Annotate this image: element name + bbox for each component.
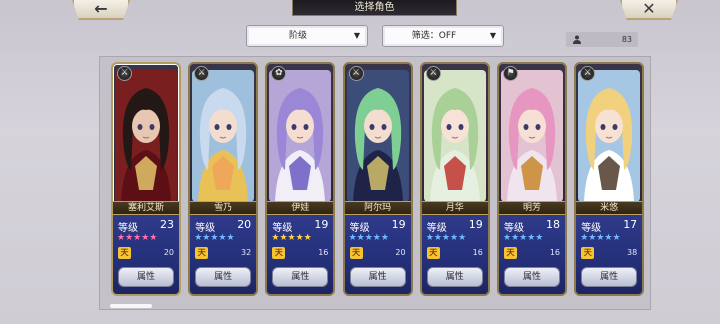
element-icon: ⚔	[117, 66, 132, 81]
level-value: 23	[160, 218, 174, 231]
level-label: 等级	[195, 223, 216, 234]
sky-rank-icon: 天	[349, 247, 363, 259]
roster-count: 83	[566, 32, 638, 47]
character-info: 等级 23 ★★★★★ 天 20 属性	[113, 215, 179, 294]
level-label: 等级	[349, 223, 370, 234]
character-info: 等级 19 ★★★★★ 天 16 属性	[267, 215, 334, 294]
element-icon: ⚑	[503, 66, 518, 81]
filter-dropdown[interactable]: 筛选：OFF ▼	[382, 25, 504, 47]
level-value: 18	[546, 218, 560, 231]
chevron-down-icon: ▼	[489, 31, 496, 40]
element-glyph: ⚑	[506, 68, 515, 78]
attribute-button[interactable]: 属性	[504, 267, 560, 287]
character-portrait	[423, 70, 486, 202]
attribute-button[interactable]: 属性	[581, 267, 638, 287]
character-info: 等级 20 ★★★★★ 天 32 属性	[190, 215, 257, 294]
sky-rank-icon: 天	[426, 247, 440, 259]
level-value: 19	[468, 218, 483, 231]
sky-rank-icon: 天	[195, 247, 209, 259]
level-value: 19	[314, 218, 329, 231]
sky-rank-value: 20	[163, 248, 174, 257]
character-name: 塞利艾斯	[113, 201, 179, 215]
element-glyph: ⚔	[352, 68, 361, 78]
element-glyph: ⚔	[583, 68, 592, 78]
grade-sort-label: 阶级	[288, 31, 307, 41]
level-label: 等级	[426, 223, 447, 234]
character-portrait	[269, 70, 332, 202]
character-name: 米悠	[576, 201, 643, 215]
sky-rank-value: 32	[241, 248, 252, 257]
level-label: 等级	[581, 223, 602, 234]
element-glyph: ⚔	[197, 68, 206, 78]
level-label: 等级	[272, 223, 293, 234]
character-info: 等级 17 ★★★★★ 天 38 属性	[576, 215, 643, 294]
character-portrait	[578, 70, 641, 202]
page-title: 选择角色	[292, 0, 457, 16]
rarity-stars: ★★★★★	[271, 233, 312, 243]
filter-label: 筛选：OFF	[411, 31, 457, 41]
level-label: 等级	[504, 223, 524, 234]
character-card[interactable]: ⚔ 米悠 等级 17 ★★★★★ 天 38 属性	[574, 62, 645, 296]
sky-rank-icon: 天	[581, 247, 595, 259]
element-glyph: ✿	[275, 68, 283, 78]
character-select-screen: ← 选择角色 ✕ 阶级 ▼ 筛选：OFF ▼ 83 ⚔ 塞利艾斯 等级 23 ★…	[0, 0, 720, 324]
character-name: 阿尔玛	[344, 201, 411, 215]
attribute-button[interactable]: 属性	[349, 267, 406, 287]
character-portrait	[346, 70, 409, 202]
attribute-button[interactable]: 属性	[195, 267, 252, 287]
sky-rank-icon: 天	[504, 247, 517, 259]
character-card[interactable]: ⚔ 塞利艾斯 等级 23 ★★★★★ 天 20 属性	[111, 62, 181, 296]
character-card[interactable]: ⚑ 明芳 等级 18 ★★★★★ 天 16 属性	[497, 62, 567, 296]
character-name: 伊娃	[267, 201, 334, 215]
sky-rank-value: 16	[318, 248, 329, 257]
character-card[interactable]: ⚔ 阿尔玛 等级 19 ★★★★★ 天 20 属性	[342, 62, 413, 296]
chevron-down-icon: ▼	[353, 31, 360, 40]
level-value: 20	[237, 218, 252, 231]
close-button[interactable]: ✕	[620, 0, 678, 20]
character-portrait	[192, 70, 255, 202]
sky-rank-value: 20	[395, 248, 406, 257]
character-info: 等级 18 ★★★★★ 天 16 属性	[499, 215, 565, 294]
close-icon: ✕	[642, 0, 656, 18]
character-portrait	[115, 70, 177, 202]
rarity-stars: ★★★★★	[503, 233, 544, 243]
level-label: 等级	[118, 223, 138, 234]
rarity-stars: ★★★★★	[194, 233, 235, 243]
roster-count-value: 83	[621, 35, 632, 44]
sky-rank-icon: 天	[118, 247, 131, 259]
attribute-button[interactable]: 属性	[426, 267, 483, 287]
user-icon	[573, 35, 581, 44]
character-name: 明芳	[499, 201, 565, 215]
rarity-stars: ★★★★★	[425, 233, 467, 243]
sky-rank-value: 16	[472, 248, 483, 257]
level-value: 19	[391, 218, 406, 231]
character-portrait	[501, 70, 563, 202]
horizontal-scrollbar[interactable]	[110, 304, 152, 308]
rarity-stars: ★★★★★	[580, 233, 621, 243]
character-card[interactable]: ⚔ 雪乃 等级 20 ★★★★★ 天 32 属性	[188, 62, 259, 296]
element-glyph: ⚔	[429, 68, 438, 78]
back-arrow-icon: ←	[94, 0, 108, 18]
character-info: 等级 19 ★★★★★ 天 20 属性	[344, 215, 411, 294]
character-name: 月华	[421, 201, 488, 215]
character-info: 等级 19 ★★★★★ 天 16 属性	[421, 215, 488, 294]
element-glyph: ⚔	[120, 68, 129, 78]
sky-rank-value: 16	[549, 248, 560, 257]
character-name: 雪乃	[190, 201, 257, 215]
element-icon: ⚔	[425, 66, 441, 81]
level-value: 17	[623, 218, 638, 231]
sky-rank-value: 38	[627, 248, 638, 257]
rarity-stars: ★★★★★	[348, 233, 389, 243]
back-button[interactable]: ←	[72, 0, 130, 20]
sky-rank-icon: 天	[272, 247, 286, 259]
grade-sort-dropdown[interactable]: 阶级 ▼	[246, 25, 368, 47]
attribute-button[interactable]: 属性	[272, 267, 329, 287]
character-card[interactable]: ✿ 伊娃 等级 19 ★★★★★ 天 16 属性	[265, 62, 336, 296]
character-card[interactable]: ⚔ 月华 等级 19 ★★★★★ 天 16 属性	[419, 62, 490, 296]
element-icon: ⚔	[348, 66, 364, 81]
rarity-stars: ★★★★★	[117, 233, 158, 243]
attribute-button[interactable]: 属性	[118, 267, 174, 287]
